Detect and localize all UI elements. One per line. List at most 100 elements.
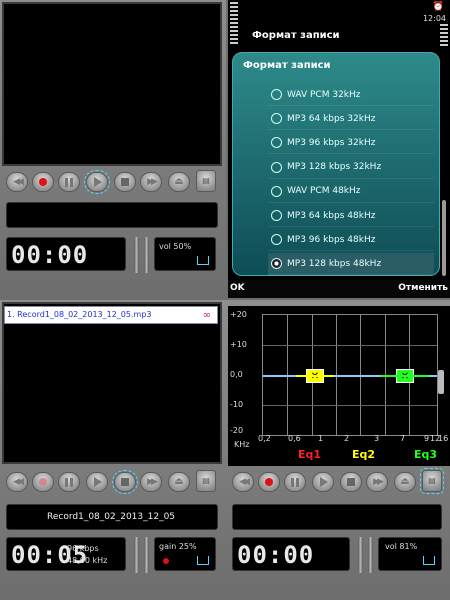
rec-gain-slider[interactable] bbox=[144, 537, 149, 573]
eq-eject-button[interactable]: ⏏ bbox=[394, 472, 416, 492]
eq-xtick: 16 bbox=[438, 434, 449, 443]
play-button[interactable] bbox=[84, 170, 110, 194]
rec-play-button[interactable] bbox=[86, 472, 108, 492]
pause-icon bbox=[65, 177, 73, 187]
eq-volume-display: vol 81% bbox=[378, 537, 442, 571]
volume-bar-icon bbox=[197, 256, 209, 265]
radio-empty-icon[interactable] bbox=[271, 210, 282, 221]
eq-title-display bbox=[232, 504, 442, 530]
eq-xtick: 1 bbox=[318, 434, 324, 443]
volume-slider[interactable] bbox=[144, 237, 149, 273]
rec-record-button[interactable] bbox=[32, 472, 54, 492]
format-option[interactable]: MP3 64 kbps 32kHz bbox=[268, 108, 434, 131]
eq-pause-button[interactable] bbox=[284, 472, 306, 492]
format-option[interactable]: MP3 64 kbps 48kHz bbox=[268, 205, 434, 227]
eq-ytick-2: 0,0 bbox=[230, 370, 243, 379]
eq-ytick-0: +20 bbox=[230, 310, 247, 319]
playlist-screen bbox=[2, 302, 222, 464]
rec-rewind-button[interactable]: ◀◀ bbox=[6, 472, 28, 492]
eq-seek-slider[interactable] bbox=[358, 537, 363, 573]
eq-xtick: 0,2 bbox=[258, 434, 271, 443]
rec-fast-forward-button[interactable]: ▶▶ bbox=[140, 472, 162, 492]
eq-icon: ▤ bbox=[202, 176, 210, 185]
radio-empty-icon[interactable] bbox=[271, 89, 282, 100]
rewind-button[interactable]: ◀◀ bbox=[6, 172, 28, 192]
gain-bar-icon bbox=[197, 556, 209, 565]
rec-eject-button[interactable]: ⏏ bbox=[168, 472, 190, 492]
eq-play-button[interactable] bbox=[312, 472, 334, 492]
eq-toggle-button[interactable]: ▤ bbox=[196, 170, 216, 192]
eq-scrollbar[interactable] bbox=[438, 370, 444, 394]
seek-slider[interactable] bbox=[134, 237, 139, 273]
gain-display: gain 25% bbox=[154, 537, 216, 571]
eq-fast-forward-button[interactable]: ▶▶ bbox=[366, 472, 388, 492]
format-option-label: WAV PCM 32kHz bbox=[287, 89, 361, 100]
eq-ytick-1: +10 bbox=[230, 340, 247, 349]
format-option[interactable]: WAV PCM 48kHz bbox=[268, 181, 434, 203]
format-option-label: MP3 64 kbps 48kHz bbox=[287, 210, 376, 221]
eq-volume-slider[interactable] bbox=[368, 537, 373, 573]
rec-seek-slider[interactable] bbox=[134, 537, 139, 573]
recording-filename: Record1_08_02_2013_12_05 bbox=[47, 512, 176, 522]
rewind-icon: ◀◀ bbox=[239, 476, 250, 487]
stop-icon bbox=[347, 478, 355, 486]
pause-button[interactable] bbox=[58, 172, 80, 192]
ok-softkey[interactable]: OK bbox=[230, 283, 245, 293]
format-option[interactable]: MP3 96 kbps 48kHz bbox=[268, 229, 434, 252]
eq-stop-button[interactable] bbox=[340, 472, 362, 492]
eq-x-unit: KHz bbox=[234, 440, 250, 449]
eq3-label: Eq3 bbox=[414, 448, 438, 461]
format-option[interactable]: WAV PCM 32kHz bbox=[268, 84, 434, 106]
eq-rewind-button[interactable]: ◀◀ bbox=[232, 472, 254, 492]
equalizer-graph[interactable]: ✕ ✕ +20 +10 0,0 -10 -20 KHz 0,2 0,6 1 2 3 7 91… bbox=[228, 306, 450, 466]
signal-icon bbox=[230, 2, 238, 44]
radio-selected-icon[interactable] bbox=[271, 258, 282, 270]
play-icon bbox=[320, 477, 328, 487]
record-button[interactable] bbox=[32, 172, 54, 192]
eq-xtick: 0,6 bbox=[288, 434, 301, 443]
eq1-label: Eq1 bbox=[298, 448, 322, 461]
radio-empty-icon[interactable] bbox=[271, 234, 282, 246]
stop-icon bbox=[121, 178, 129, 186]
samplerate-label: 48,00 kHz bbox=[67, 556, 108, 565]
radio-empty-icon[interactable] bbox=[271, 161, 282, 173]
rec-time-display: 00:05 96 kbps 48,00 kHz bbox=[6, 537, 126, 571]
recording-indicator-icon bbox=[163, 558, 169, 564]
volume-label: vol 50% bbox=[159, 242, 192, 251]
fast-forward-icon: ▶▶ bbox=[147, 176, 158, 187]
dialog-scrollbar[interactable] bbox=[442, 200, 446, 276]
radio-empty-icon[interactable] bbox=[271, 113, 282, 125]
format-option-label: MP3 128 kbps 32kHz bbox=[287, 162, 382, 173]
record-icon bbox=[39, 478, 47, 486]
rewind-icon: ◀◀ bbox=[13, 176, 24, 187]
rec-stop-button[interactable] bbox=[112, 470, 138, 494]
eq-volume-label: vol 81% bbox=[385, 542, 418, 551]
softkey-bar: OK Отменить bbox=[228, 280, 450, 298]
dialog-header: Формат записи bbox=[243, 60, 331, 71]
format-option[interactable]: MP3 128 kbps 32kHz bbox=[268, 157, 434, 179]
playlist-item[interactable]: 1. Record1_08_02_2013_12_05.mp3 ∞ bbox=[4, 306, 218, 324]
eq2-label: Eq2 bbox=[352, 448, 376, 461]
format-option[interactable]: MP3 128 kbps 48kHz bbox=[268, 253, 434, 276]
eject-button[interactable]: ⏏ bbox=[168, 172, 190, 192]
record-icon bbox=[39, 178, 47, 186]
eq-settings-button[interactable]: ▤ bbox=[420, 468, 444, 494]
rec-pause-button[interactable] bbox=[58, 472, 80, 492]
record-icon bbox=[265, 478, 273, 486]
format-option[interactable]: MP3 96 kbps 32kHz bbox=[268, 132, 434, 155]
cassette-icon: ∞ bbox=[202, 310, 211, 321]
cancel-softkey[interactable]: Отменить bbox=[398, 283, 448, 293]
stop-button[interactable] bbox=[114, 172, 136, 192]
battery-icon bbox=[440, 24, 448, 46]
eq-record-button[interactable] bbox=[258, 472, 280, 492]
rec-eq-toggle-button[interactable]: ▤ bbox=[196, 470, 216, 492]
eq-ytick-4: -20 bbox=[230, 426, 244, 435]
radio-empty-icon[interactable] bbox=[271, 185, 282, 197]
eq1-width-bar bbox=[296, 375, 334, 377]
fast-forward-button[interactable]: ▶▶ bbox=[140, 172, 162, 192]
eject-icon: ⏏ bbox=[174, 476, 184, 487]
eq-xtick: 7 bbox=[400, 434, 406, 443]
pause-icon bbox=[291, 477, 299, 487]
eject-icon: ⏏ bbox=[174, 176, 184, 187]
radio-empty-icon[interactable] bbox=[271, 137, 282, 149]
